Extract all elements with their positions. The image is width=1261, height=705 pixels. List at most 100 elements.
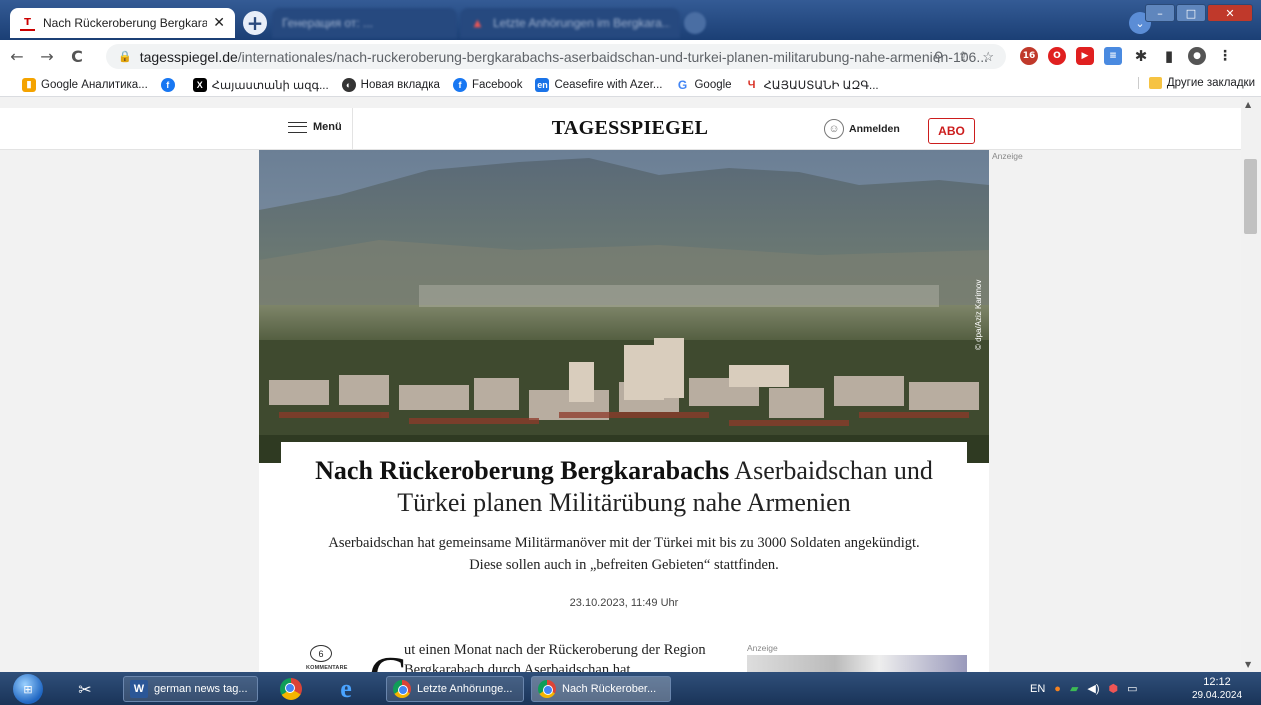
network-icon[interactable]: ▰	[1070, 682, 1078, 695]
ad-banner[interactable]	[747, 655, 967, 672]
scroll-down-icon[interactable]: ▼	[1245, 660, 1251, 669]
window-controls: – □ ✕	[1145, 4, 1253, 22]
article: © dpa/Aziz Karimov Nach Rückeroberung Be…	[259, 150, 989, 672]
scroll-up-icon[interactable]: ▲	[1245, 100, 1251, 109]
action-center-icon[interactable]: ▭	[1127, 682, 1137, 695]
subscribe-button[interactable]: ABO	[928, 118, 975, 144]
bookmark-item[interactable]: Ч ՀԱՅԱՍՏԱՆԻ ԱԶԳ...	[744, 77, 879, 92]
close-tab-icon[interactable]: ✕	[213, 15, 225, 31]
maximize-button[interactable]: □	[1176, 4, 1206, 22]
menu-kebab-icon[interactable]: ⋮	[1216, 47, 1234, 65]
facebook-icon: f	[160, 77, 175, 92]
login-button[interactable]: ☺ Anmelden	[824, 119, 900, 139]
folder-icon	[1148, 77, 1162, 89]
globe-icon: ◐	[341, 77, 356, 92]
bookmark-item[interactable]: f	[160, 77, 180, 92]
adblock-extension-icon[interactable]: 16	[1020, 47, 1038, 65]
snipping-tool-icon[interactable]: ✂	[72, 677, 98, 701]
article-headline: Nach Rückeroberung Bergkarabachs Aserbai…	[281, 455, 967, 519]
internet-explorer-icon[interactable]: e	[333, 674, 359, 703]
bookmark-item[interactable]: G Google	[675, 77, 732, 92]
comment-bubble-icon: 6	[310, 645, 332, 662]
hero-image: © dpa/Aziz Karimov	[259, 150, 989, 463]
x-icon: X	[192, 77, 207, 92]
divider	[352, 108, 353, 150]
analytics-icon: ▮	[22, 77, 36, 92]
site-logo[interactable]: TAGESSPIEGEL	[540, 117, 720, 140]
clock-time: 12:12	[1203, 676, 1231, 688]
bookmark-star-icon[interactable]: ☆	[982, 49, 994, 65]
headline-kicker: Nach Rückeroberung Bergkarabachs	[315, 456, 730, 485]
headline-card: Nach Rückeroberung Bergkarabachs Aserbai…	[281, 442, 967, 672]
taskbar-word[interactable]: W german news tag...	[123, 676, 258, 702]
word-icon: W	[130, 680, 148, 698]
page-scrollbar[interactable]: ▲ ▼	[1241, 97, 1261, 672]
clock-date: 29.04.2024	[1192, 690, 1243, 701]
forward-icon[interactable]: →	[34, 44, 60, 70]
taskbar: ⊞ ✂ W german news tag... e Letzte Anhöru…	[0, 672, 1261, 705]
tab-active[interactable]: T Nach Rückeroberung Bergkaraba ✕	[10, 8, 235, 38]
logo-icon: Ч	[744, 77, 759, 92]
comments-label: KOMMENTARE	[306, 665, 348, 671]
minimize-button[interactable]: –	[1145, 4, 1175, 22]
avast-icon[interactable]: ●	[1054, 683, 1061, 695]
tab-title: Nach Rückeroberung Bergkaraba	[43, 16, 208, 30]
zoom-icon[interactable]: ⚲	[934, 49, 944, 65]
security-icon[interactable]: ⬢	[1109, 682, 1119, 695]
bookmark-item[interactable]: X Հայաստանի ազգ...	[192, 77, 329, 92]
warning-icon: ▲	[473, 17, 482, 29]
chrome-icon	[538, 680, 556, 698]
other-bookmarks[interactable]: Другие закладки	[1137, 77, 1255, 89]
hamburger-icon	[288, 121, 307, 133]
url-path: /internationales/nach-ruckeroberung-berg…	[237, 48, 988, 65]
google-icon: G	[675, 77, 690, 92]
profile-avatar[interactable]: ●	[1188, 47, 1206, 65]
sidepanel-icon[interactable]: ▮	[1160, 47, 1178, 65]
start-button[interactable]: ⊞	[13, 674, 43, 704]
bookmark-item[interactable]: f Facebook	[452, 77, 522, 92]
taskbar-chrome-1[interactable]: Letzte Anhörunge...	[386, 676, 524, 702]
article-date: 23.10.2023, 11:49 Uhr	[569, 597, 679, 609]
chrome-icon	[393, 680, 411, 698]
tab-inactive-1[interactable]: Генерация от: ...	[272, 8, 457, 38]
language-indicator[interactable]: EN	[1030, 683, 1045, 695]
opera-extension-icon[interactable]: O	[1048, 47, 1066, 65]
tab-inactive-2[interactable]: ▲ Letzte Anhörungen im Bergkara...	[460, 8, 680, 38]
menu-button[interactable]: Menü	[288, 121, 342, 133]
video-extension-icon[interactable]: ▶	[1076, 47, 1094, 65]
comments-button[interactable]: 6 KOMMENTARE	[306, 645, 348, 671]
volume-icon[interactable]: ◀)	[1087, 682, 1099, 695]
url-domain: tagesspiegel.de	[139, 48, 238, 65]
tagesspiegel-favicon-icon: T	[20, 16, 35, 31]
login-label: Anmelden	[849, 123, 900, 135]
new-tab-button[interactable]: +	[243, 11, 267, 35]
taskbar-chrome-2[interactable]: Nach Rückerober...	[531, 676, 671, 702]
chrome-pinned-icon[interactable]	[278, 677, 304, 701]
web-page: Menü TAGESSPIEGEL ☺ Anmelden ABO Anzeige	[0, 97, 1261, 672]
translate-extension-icon[interactable]: ≡	[1104, 47, 1122, 65]
city-mountain-photo	[259, 150, 989, 463]
close-window-button[interactable]: ✕	[1207, 4, 1253, 22]
article-lead: Aserbaidschan hat gemeinsame Militärmanö…	[328, 535, 920, 573]
en-icon: en	[535, 77, 550, 92]
tab-title: Letzte Anhörungen im Bergkara...	[493, 16, 670, 30]
user-icon: ☺	[824, 119, 844, 139]
lock-icon: 🔒	[118, 51, 132, 63]
photo-credit: © dpa/Aziz Karimov	[974, 279, 983, 350]
bookmark-item[interactable]: ▮ Google Аналитика...	[22, 77, 148, 92]
back-icon[interactable]: ←	[4, 44, 30, 70]
puzzle-extensions-icon[interactable]: ✱	[1132, 47, 1150, 65]
tab-ghost-icon	[684, 12, 706, 34]
share-icon[interactable]: ⇪	[957, 49, 968, 65]
facebook-icon: f	[452, 77, 467, 92]
bookmark-item[interactable]: en Ceasefire with Azer...	[535, 77, 662, 92]
address-bar[interactable]: 🔒 tagesspiegel.de/internationales/nach-r…	[106, 44, 1006, 69]
reload-icon[interactable]: C	[64, 44, 90, 70]
scroll-thumb[interactable]	[1244, 159, 1257, 234]
article-body: ut einen Monat nach der Rückeroberung de…	[404, 642, 706, 672]
site-header: Menü TAGESSPIEGEL ☺ Anmelden ABO	[0, 108, 1241, 150]
tab-title: Генерация от: ...	[282, 16, 374, 30]
clock[interactable]: 12:12 29.04.2024	[1192, 676, 1242, 702]
browser-tab-strip: T Nach Rückeroberung Bergkaraba ✕ + Гене…	[0, 0, 1261, 40]
bookmark-item[interactable]: ◐ Новая вкладка	[341, 77, 440, 92]
